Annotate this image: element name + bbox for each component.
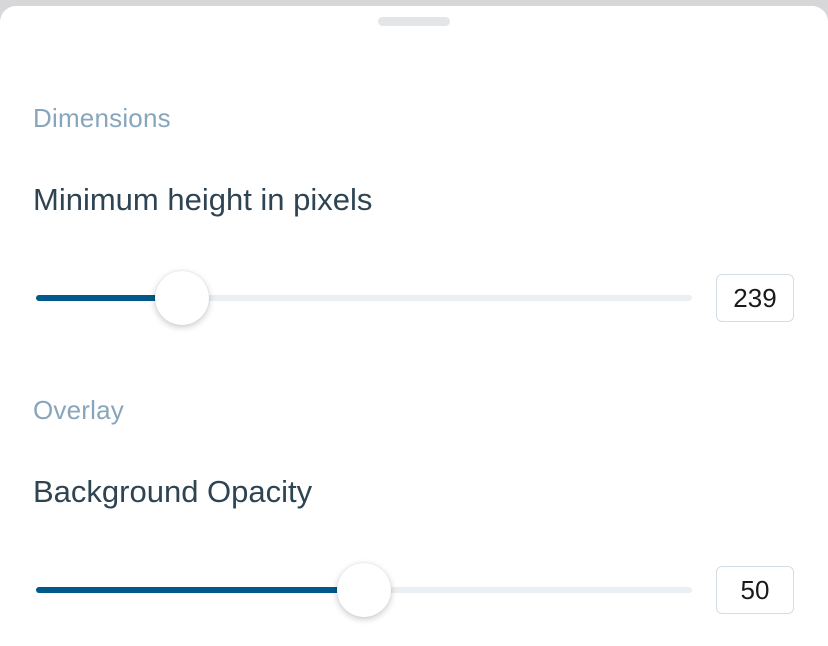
sheet-drag-handle[interactable] [378, 17, 450, 26]
min-height-value-field[interactable]: 239 [716, 274, 794, 322]
background-opacity-slider-fill [36, 587, 364, 593]
settings-bottom-sheet: Dimensions Minimum height in pixels 239 … [0, 6, 828, 646]
background-opacity-slider[interactable] [36, 561, 692, 621]
background-opacity-value-field[interactable]: 50 [716, 566, 794, 614]
background-opacity-label: Background Opacity [33, 474, 313, 509]
section-label-overlay: Overlay [33, 395, 124, 425]
section-label-dimensions: Dimensions [33, 103, 171, 133]
min-height-label: Minimum height in pixels [33, 182, 373, 217]
min-height-slider[interactable] [36, 269, 692, 329]
min-height-slider-thumb[interactable] [155, 271, 210, 325]
background-opacity-slider-thumb[interactable] [337, 563, 391, 617]
